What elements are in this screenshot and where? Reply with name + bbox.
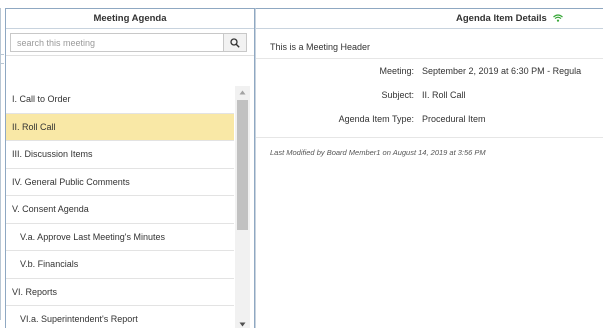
agenda-item-discussion-items[interactable]: III. Discussion Items xyxy=(6,141,234,169)
agenda-item-approve-minutes[interactable]: V.a. Approve Last Meeting's Minutes xyxy=(6,224,234,251)
meeting-label: Meeting: xyxy=(379,66,414,76)
outer-panel-tab xyxy=(0,54,4,64)
subject-value: II. Roll Call xyxy=(422,90,466,100)
agenda-item-call-to-order[interactable]: I. Call to Order xyxy=(6,86,234,114)
detail-row-subject: Subject: II. Roll Call xyxy=(256,83,603,107)
agenda-scrollbar[interactable] xyxy=(235,86,250,328)
agenda-list-container: I. Call to Order II. Roll Call III. Disc… xyxy=(6,55,254,328)
details-table: Meeting: September 2, 2019 at 6:30 PM - … xyxy=(256,59,603,138)
agenda-item-superintendents-report[interactable]: VI.a. Superintendent's Report xyxy=(6,306,234,328)
wifi-icon xyxy=(553,14,564,23)
chevron-up-icon xyxy=(239,90,246,94)
details-panel-header: Agenda Item Details xyxy=(256,9,603,29)
agenda-list: I. Call to Order II. Roll Call III. Disc… xyxy=(6,86,234,328)
detail-row-meeting: Meeting: September 2, 2019 at 6:30 PM - … xyxy=(256,59,603,83)
scroll-thumb[interactable] xyxy=(237,100,248,230)
app-window: Meeting Agenda I. Call to Order II. Roll… xyxy=(0,0,603,328)
agenda-item-general-public-comments[interactable]: IV. General Public Comments xyxy=(6,169,234,196)
agenda-item-financials[interactable]: V.b. Financials xyxy=(6,251,234,279)
meeting-value: September 2, 2019 at 6:30 PM - Regula xyxy=(422,66,582,76)
agenda-panel: Meeting Agenda I. Call to Order II. Roll… xyxy=(5,8,255,328)
last-modified-note: Last Modified by Board Member1 on August… xyxy=(270,148,486,157)
chevron-down-icon xyxy=(239,322,246,326)
search-input[interactable] xyxy=(10,33,223,52)
agenda-panel-title: Meeting Agenda xyxy=(6,9,254,29)
item-type-label: Agenda Item Type: xyxy=(338,114,414,124)
item-type-value: Procedural Item xyxy=(422,114,486,124)
search-bar xyxy=(6,29,254,55)
agenda-item-roll-call[interactable]: II. Roll Call xyxy=(6,113,234,141)
search-button[interactable] xyxy=(223,33,247,52)
agenda-item-consent-agenda[interactable]: V. Consent Agenda xyxy=(6,196,234,224)
agenda-item-reports[interactable]: VI. Reports xyxy=(6,279,234,306)
scroll-down-button[interactable] xyxy=(235,318,250,328)
scroll-up-button[interactable] xyxy=(235,86,250,98)
meeting-header: This is a Meeting Header xyxy=(256,35,603,59)
subject-label: Subject: xyxy=(381,90,414,100)
details-panel: Agenda Item Details This is a Meeting He… xyxy=(255,8,603,328)
search-icon xyxy=(230,37,240,48)
details-panel-title: Agenda Item Details xyxy=(456,13,547,24)
detail-row-item-type: Agenda Item Type: Procedural Item xyxy=(256,107,603,131)
